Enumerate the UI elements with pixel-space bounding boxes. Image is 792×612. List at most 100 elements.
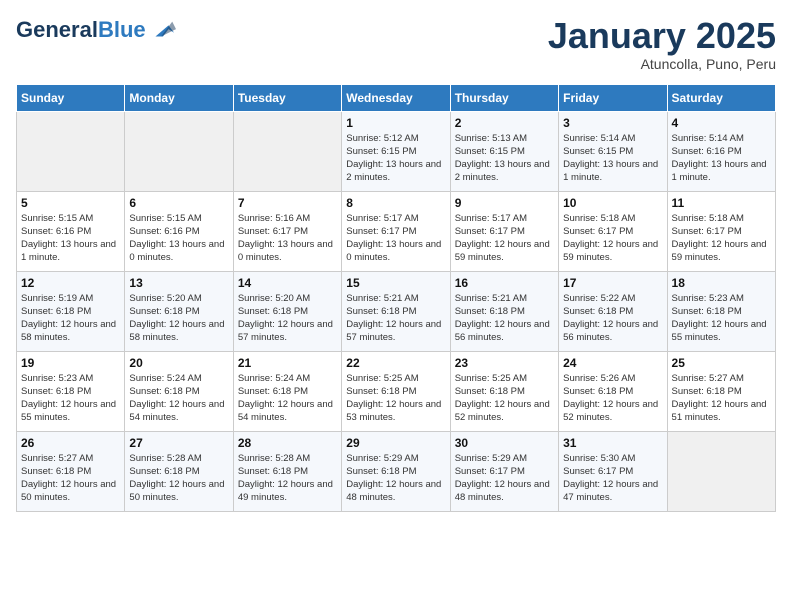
page-header: GeneralBlue January 2025 Atuncolla, Puno… bbox=[16, 16, 776, 72]
day-number: 2 bbox=[455, 116, 554, 130]
logo-icon bbox=[148, 16, 176, 44]
day-info: Sunrise: 5:21 AMSunset: 6:18 PMDaylight:… bbox=[455, 292, 554, 345]
day-info: Sunrise: 5:16 AMSunset: 6:17 PMDaylight:… bbox=[238, 212, 337, 265]
calendar-week-3: 12 Sunrise: 5:19 AMSunset: 6:18 PMDayligh… bbox=[17, 271, 776, 351]
calendar-day: 28 Sunrise: 5:28 AMSunset: 6:18 PMDayligh… bbox=[233, 431, 341, 511]
day-number: 7 bbox=[238, 196, 337, 210]
day-number: 16 bbox=[455, 276, 554, 290]
calendar-day: 24 Sunrise: 5:26 AMSunset: 6:18 PMDayligh… bbox=[559, 351, 667, 431]
day-info: Sunrise: 5:18 AMSunset: 6:17 PMDaylight:… bbox=[672, 212, 771, 265]
calendar-day: 5 Sunrise: 5:15 AMSunset: 6:16 PMDaylight… bbox=[17, 191, 125, 271]
day-number: 23 bbox=[455, 356, 554, 370]
day-number: 21 bbox=[238, 356, 337, 370]
weekday-header-tuesday: Tuesday bbox=[233, 84, 341, 111]
day-info: Sunrise: 5:23 AMSunset: 6:18 PMDaylight:… bbox=[21, 372, 120, 425]
day-info: Sunrise: 5:17 AMSunset: 6:17 PMDaylight:… bbox=[455, 212, 554, 265]
title-area: January 2025 Atuncolla, Puno, Peru bbox=[548, 16, 776, 72]
calendar-day: 26 Sunrise: 5:27 AMSunset: 6:18 PMDayligh… bbox=[17, 431, 125, 511]
calendar-day: 18 Sunrise: 5:23 AMSunset: 6:18 PMDayligh… bbox=[667, 271, 775, 351]
logo: GeneralBlue bbox=[16, 16, 176, 44]
day-number: 31 bbox=[563, 436, 662, 450]
calendar-day bbox=[667, 431, 775, 511]
calendar-day: 23 Sunrise: 5:25 AMSunset: 6:18 PMDayligh… bbox=[450, 351, 558, 431]
day-info: Sunrise: 5:15 AMSunset: 6:16 PMDaylight:… bbox=[21, 212, 120, 265]
day-info: Sunrise: 5:18 AMSunset: 6:17 PMDaylight:… bbox=[563, 212, 662, 265]
day-info: Sunrise: 5:27 AMSunset: 6:18 PMDaylight:… bbox=[21, 452, 120, 505]
day-number: 3 bbox=[563, 116, 662, 130]
month-title: January 2025 bbox=[548, 16, 776, 56]
day-number: 25 bbox=[672, 356, 771, 370]
day-number: 13 bbox=[129, 276, 228, 290]
day-info: Sunrise: 5:22 AMSunset: 6:18 PMDaylight:… bbox=[563, 292, 662, 345]
day-info: Sunrise: 5:25 AMSunset: 6:18 PMDaylight:… bbox=[455, 372, 554, 425]
day-info: Sunrise: 5:13 AMSunset: 6:15 PMDaylight:… bbox=[455, 132, 554, 185]
day-number: 8 bbox=[346, 196, 445, 210]
day-info: Sunrise: 5:21 AMSunset: 6:18 PMDaylight:… bbox=[346, 292, 445, 345]
calendar-day: 31 Sunrise: 5:30 AMSunset: 6:17 PMDayligh… bbox=[559, 431, 667, 511]
day-number: 24 bbox=[563, 356, 662, 370]
calendar-week-5: 26 Sunrise: 5:27 AMSunset: 6:18 PMDayligh… bbox=[17, 431, 776, 511]
day-number: 26 bbox=[21, 436, 120, 450]
day-number: 17 bbox=[563, 276, 662, 290]
calendar-week-2: 5 Sunrise: 5:15 AMSunset: 6:16 PMDaylight… bbox=[17, 191, 776, 271]
location-subtitle: Atuncolla, Puno, Peru bbox=[548, 56, 776, 72]
day-info: Sunrise: 5:25 AMSunset: 6:18 PMDaylight:… bbox=[346, 372, 445, 425]
day-number: 18 bbox=[672, 276, 771, 290]
calendar-day bbox=[17, 111, 125, 191]
day-number: 14 bbox=[238, 276, 337, 290]
calendar-day: 3Sunrise: 5:14 AMSunset: 6:15 PMDaylight… bbox=[559, 111, 667, 191]
day-number: 27 bbox=[129, 436, 228, 450]
day-number: 5 bbox=[21, 196, 120, 210]
calendar-day: 2 Sunrise: 5:13 AMSunset: 6:15 PMDaylight… bbox=[450, 111, 558, 191]
day-info: Sunrise: 5:24 AMSunset: 6:18 PMDaylight:… bbox=[238, 372, 337, 425]
calendar-day: 27 Sunrise: 5:28 AMSunset: 6:18 PMDayligh… bbox=[125, 431, 233, 511]
calendar-table: SundayMondayTuesdayWednesdayThursdayFrid… bbox=[16, 84, 776, 512]
calendar-day: 1Sunrise: 5:12 AMSunset: 6:15 PMDaylight… bbox=[342, 111, 450, 191]
weekday-header-wednesday: Wednesday bbox=[342, 84, 450, 111]
day-number: 4 bbox=[672, 116, 771, 130]
day-info: Sunrise: 5:19 AMSunset: 6:18 PMDaylight:… bbox=[21, 292, 120, 345]
calendar-day: 19 Sunrise: 5:23 AMSunset: 6:18 PMDayligh… bbox=[17, 351, 125, 431]
calendar-header-row: SundayMondayTuesdayWednesdayThursdayFrid… bbox=[17, 84, 776, 111]
day-info: Sunrise: 5:17 AMSunset: 6:17 PMDaylight:… bbox=[346, 212, 445, 265]
day-info: Sunrise: 5:28 AMSunset: 6:18 PMDaylight:… bbox=[129, 452, 228, 505]
calendar-week-1: 1Sunrise: 5:12 AMSunset: 6:15 PMDaylight… bbox=[17, 111, 776, 191]
calendar-day: 12 Sunrise: 5:19 AMSunset: 6:18 PMDayligh… bbox=[17, 271, 125, 351]
day-number: 28 bbox=[238, 436, 337, 450]
calendar-day: 22Sunrise: 5:25 AMSunset: 6:18 PMDayligh… bbox=[342, 351, 450, 431]
weekday-header-thursday: Thursday bbox=[450, 84, 558, 111]
day-info: Sunrise: 5:15 AMSunset: 6:16 PMDaylight:… bbox=[129, 212, 228, 265]
weekday-header-sunday: Sunday bbox=[17, 84, 125, 111]
day-number: 12 bbox=[21, 276, 120, 290]
logo-text: GeneralBlue bbox=[16, 18, 146, 42]
calendar-day: 21 Sunrise: 5:24 AMSunset: 6:18 PMDayligh… bbox=[233, 351, 341, 431]
day-info: Sunrise: 5:30 AMSunset: 6:17 PMDaylight:… bbox=[563, 452, 662, 505]
calendar-day: 9 Sunrise: 5:17 AMSunset: 6:17 PMDaylight… bbox=[450, 191, 558, 271]
calendar-day: 17 Sunrise: 5:22 AMSunset: 6:18 PMDayligh… bbox=[559, 271, 667, 351]
calendar-day: 13Sunrise: 5:20 AMSunset: 6:18 PMDayligh… bbox=[125, 271, 233, 351]
day-number: 15 bbox=[346, 276, 445, 290]
day-number: 19 bbox=[21, 356, 120, 370]
day-info: Sunrise: 5:24 AMSunset: 6:18 PMDaylight:… bbox=[129, 372, 228, 425]
weekday-header-monday: Monday bbox=[125, 84, 233, 111]
day-number: 9 bbox=[455, 196, 554, 210]
calendar-day bbox=[125, 111, 233, 191]
day-info: Sunrise: 5:26 AMSunset: 6:18 PMDaylight:… bbox=[563, 372, 662, 425]
day-number: 20 bbox=[129, 356, 228, 370]
calendar-day bbox=[233, 111, 341, 191]
day-number: 1 bbox=[346, 116, 445, 130]
day-number: 11 bbox=[672, 196, 771, 210]
day-number: 10 bbox=[563, 196, 662, 210]
day-number: 29 bbox=[346, 436, 445, 450]
day-info: Sunrise: 5:23 AMSunset: 6:18 PMDaylight:… bbox=[672, 292, 771, 345]
calendar-week-4: 19 Sunrise: 5:23 AMSunset: 6:18 PMDayligh… bbox=[17, 351, 776, 431]
day-info: Sunrise: 5:28 AMSunset: 6:18 PMDaylight:… bbox=[238, 452, 337, 505]
calendar-day: 29Sunrise: 5:29 AMSunset: 6:18 PMDayligh… bbox=[342, 431, 450, 511]
calendar-day: 20 Sunrise: 5:24 AMSunset: 6:18 PMDayligh… bbox=[125, 351, 233, 431]
weekday-header-saturday: Saturday bbox=[667, 84, 775, 111]
day-info: Sunrise: 5:29 AMSunset: 6:17 PMDaylight:… bbox=[455, 452, 554, 505]
calendar-day: 6Sunrise: 5:15 AMSunset: 6:16 PMDaylight… bbox=[125, 191, 233, 271]
day-info: Sunrise: 5:14 AMSunset: 6:16 PMDaylight:… bbox=[672, 132, 771, 185]
calendar-day: 8 Sunrise: 5:17 AMSunset: 6:17 PMDaylight… bbox=[342, 191, 450, 271]
day-info: Sunrise: 5:27 AMSunset: 6:18 PMDaylight:… bbox=[672, 372, 771, 425]
